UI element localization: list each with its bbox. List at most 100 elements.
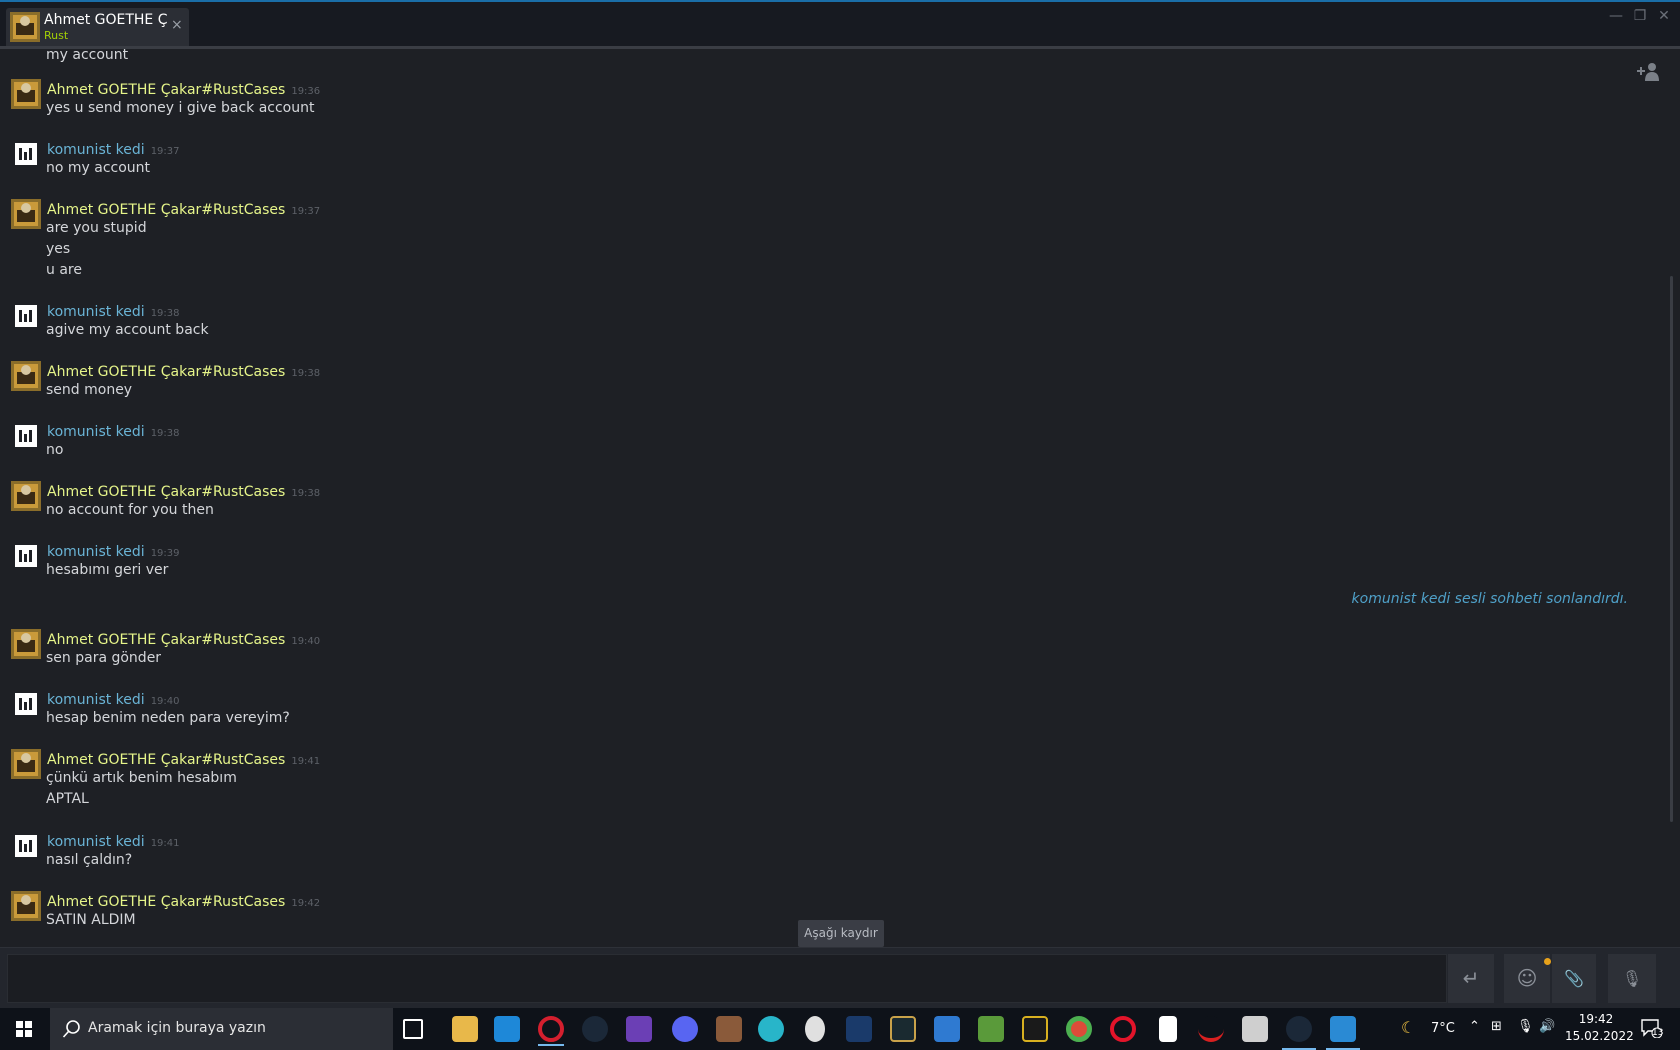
sender-name[interactable]: komunist kedi <box>47 304 145 320</box>
message-input[interactable] <box>7 954 1447 1003</box>
user-avatar-icon[interactable] <box>11 361 41 391</box>
send-button[interactable]: ↵ <box>1448 954 1494 1003</box>
scrollbar[interactable] <box>1670 276 1673 822</box>
chat-tab[interactable]: Ahmet GOETHE Ç Rust × <box>6 8 189 46</box>
starcraft-icon[interactable] <box>846 1016 872 1042</box>
installer-icon[interactable] <box>1242 1016 1268 1042</box>
mail-icon[interactable] <box>494 1016 520 1042</box>
sender-name[interactable]: Ahmet GOETHE Çakar#RustCases <box>47 82 285 98</box>
add-friend-icon[interactable] <box>1636 62 1660 82</box>
message-header: komunist kedi 19:37 <box>47 139 180 158</box>
message-time: 19:38 <box>291 368 321 379</box>
user-avatar-icon[interactable] <box>11 481 41 511</box>
sender-name[interactable]: komunist kedi <box>47 834 145 850</box>
app-icon[interactable] <box>758 1016 784 1042</box>
ccleaner-icon[interactable] <box>1198 1016 1224 1042</box>
steam-active-icon[interactable] <box>1282 1016 1316 1050</box>
sender-name[interactable]: komunist kedi <box>47 424 145 440</box>
sender-name[interactable]: Ahmet GOETHE Çakar#RustCases <box>47 364 285 380</box>
message-line: agive my account back <box>46 322 209 338</box>
visual-studio-icon[interactable] <box>626 1016 652 1042</box>
league-of-legends-icon[interactable] <box>890 1016 916 1042</box>
user-avatar-icon[interactable] <box>11 199 41 229</box>
user-avatar-icon[interactable] <box>11 421 41 451</box>
message-header: Ahmet GOETHE Çakar#RustCases 19:40 <box>47 629 320 648</box>
tab-close-icon[interactable]: × <box>171 17 183 33</box>
sender-name[interactable]: komunist kedi <box>47 142 145 158</box>
chat-window: Ahmet GOETHE Ç Rust × — ❐ ✕ my account A… <box>0 0 1680 1008</box>
user-avatar-icon[interactable] <box>11 629 41 659</box>
photos-icon[interactable] <box>1326 1016 1360 1050</box>
sender-name[interactable]: komunist kedi <box>47 692 145 708</box>
sender-name[interactable]: komunist kedi <box>47 544 145 560</box>
message-line: APTAL <box>46 791 89 807</box>
user-avatar-icon <box>10 12 40 42</box>
tray-expand-icon[interactable]: ⌃ <box>1469 1019 1480 1034</box>
app-50-icon[interactable] <box>1022 1016 1048 1042</box>
minecraft-icon[interactable] <box>978 1016 1004 1042</box>
title-divider <box>0 46 1680 49</box>
minimize-button[interactable]: — <box>1606 8 1626 24</box>
sender-name[interactable]: Ahmet GOETHE Çakar#RustCases <box>47 752 285 768</box>
sender-name[interactable]: Ahmet GOETHE Çakar#RustCases <box>47 202 285 218</box>
message-time: 19:40 <box>150 696 180 707</box>
taskbar-search[interactable]: Aramak için buraya yazın <box>50 1008 393 1050</box>
user-avatar-icon[interactable] <box>11 749 41 779</box>
message-line: are you stupid <box>46 220 147 236</box>
message-time: 19:38 <box>291 488 321 499</box>
message-header: komunist kedi 19:38 <box>47 301 180 320</box>
task-view-icon[interactable] <box>403 1019 423 1039</box>
message-time: 19:38 <box>150 308 180 319</box>
message-header: komunist kedi 19:39 <box>47 541 180 560</box>
user-avatar-icon[interactable] <box>11 689 41 719</box>
close-button[interactable]: ✕ <box>1654 8 1674 24</box>
maximize-button[interactable]: ❐ <box>1630 8 1650 24</box>
notification-count: 13 <box>1652 1028 1664 1038</box>
sender-name[interactable]: Ahmet GOETHE Çakar#RustCases <box>47 632 285 648</box>
message-line: my account <box>46 47 129 63</box>
microsoft-store-icon[interactable] <box>934 1016 960 1042</box>
emoji-button[interactable]: ☺ <box>1504 954 1551 1003</box>
user-avatar-icon[interactable] <box>11 79 41 109</box>
clock[interactable]: 19:42 15.02.2022 <box>1565 1011 1634 1045</box>
weather-temperature[interactable]: 7°C <box>1431 1021 1455 1036</box>
notification-dot <box>1544 958 1551 965</box>
scroll-down-button[interactable]: Aşağı kaydır <box>798 920 884 947</box>
chrome-icon[interactable] <box>1066 1016 1092 1042</box>
search-icon <box>62 1020 80 1038</box>
sender-name[interactable]: Ahmet GOETHE Çakar#RustCases <box>47 484 285 500</box>
user-avatar-icon[interactable] <box>11 891 41 921</box>
message-time: 19:37 <box>150 146 180 157</box>
opera-gx-icon[interactable] <box>538 1016 564 1046</box>
system-message: komunist kedi sesli sohbeti sonlandırdı. <box>1351 591 1628 607</box>
message-header: komunist kedi 19:40 <box>47 689 180 708</box>
game-icon[interactable] <box>716 1016 742 1042</box>
network-icon[interactable]: ⊞ <box>1491 1019 1502 1034</box>
mouse-app-icon[interactable] <box>805 1016 825 1042</box>
message-line: SATIN ALDIM <box>46 912 136 928</box>
user-avatar-icon[interactable] <box>11 139 41 169</box>
windows-start-icon[interactable] <box>0 1008 48 1050</box>
title-bar: Ahmet GOETHE Ç Rust × — ❐ ✕ <box>0 0 1680 49</box>
microphone-icon[interactable]: 🎙 <box>1517 1019 1534 1034</box>
notification-center-icon[interactable]: 13 <box>1640 1018 1664 1039</box>
sender-name[interactable]: Ahmet GOETHE Çakar#RustCases <box>47 894 285 910</box>
message-header: Ahmet GOETHE Çakar#RustCases 19:42 <box>47 891 320 910</box>
message-header: Ahmet GOETHE Çakar#RustCases 19:37 <box>47 199 320 218</box>
message-header: Ahmet GOETHE Çakar#RustCases 19:41 <box>47 749 320 768</box>
message-line: send money <box>46 382 133 398</box>
discord-icon[interactable] <box>672 1016 698 1042</box>
opera-icon[interactable] <box>1110 1016 1136 1042</box>
attach-button[interactable]: 📎 <box>1552 954 1596 1003</box>
file-explorer-icon[interactable] <box>452 1016 478 1042</box>
tab-game: Rust <box>44 29 69 42</box>
message-header: komunist kedi 19:38 <box>47 421 180 440</box>
user-avatar-icon[interactable] <box>11 831 41 861</box>
user-avatar-icon[interactable] <box>11 541 41 571</box>
user-avatar-icon[interactable] <box>11 301 41 331</box>
steam-icon[interactable] <box>582 1016 608 1042</box>
message-header: Ahmet GOETHE Çakar#RustCases 19:36 <box>47 79 320 98</box>
volume-icon[interactable]: 🔊 <box>1539 1019 1555 1034</box>
voice-button[interactable]: 🎙 <box>1608 954 1656 1003</box>
document-icon[interactable] <box>1159 1016 1177 1042</box>
